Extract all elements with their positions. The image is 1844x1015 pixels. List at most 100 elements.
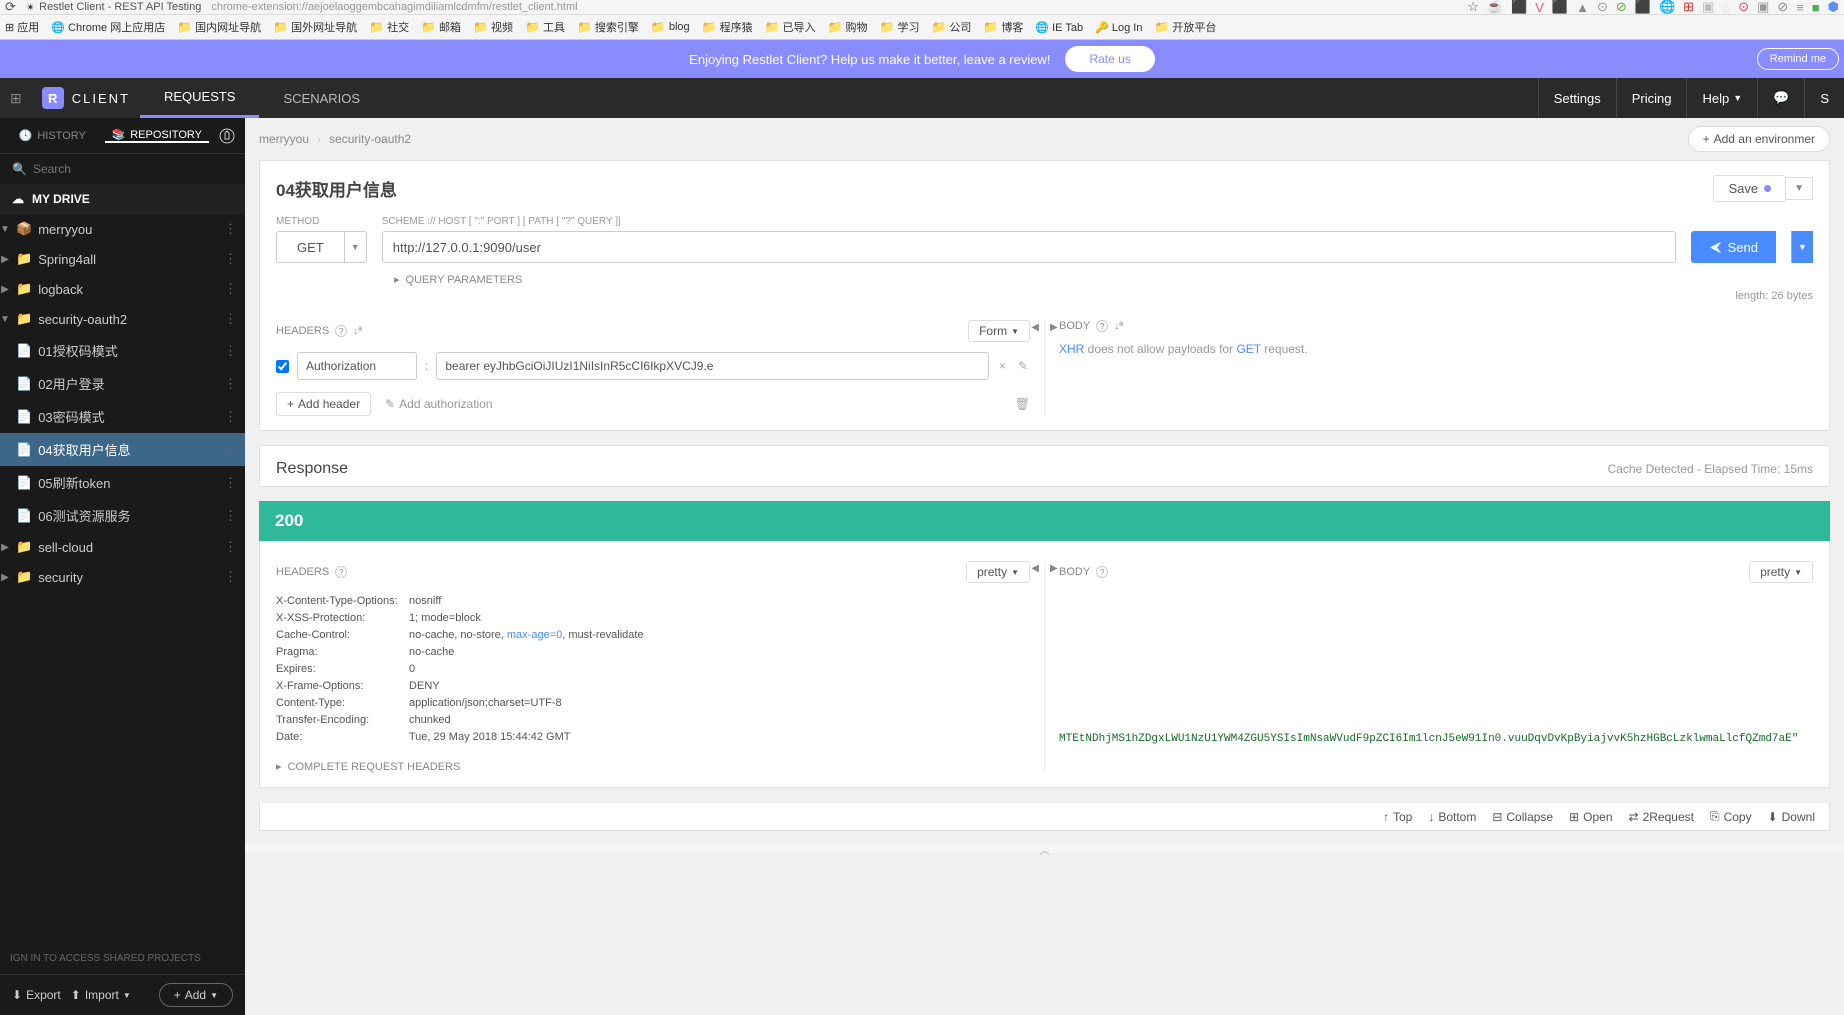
bookmark-item[interactable]: 📁 国内网址导航	[177, 19, 261, 35]
download-button[interactable]: ⬇Downl	[1768, 810, 1815, 824]
bookmark-item[interactable]: 📁 开放平台	[1154, 19, 1216, 35]
tree-node[interactable]: 📄02用户登录⋮	[0, 367, 245, 400]
bookmark-item[interactable]: 📁 程序猿	[702, 19, 753, 35]
repository-tab[interactable]: 📚 REPOSITORY	[105, 128, 210, 143]
method-dropdown-icon[interactable]: ▼	[344, 232, 366, 262]
bookmark-item[interactable]: 📁 blog	[651, 20, 690, 34]
search-box[interactable]: 🔍	[0, 154, 245, 184]
tree-node[interactable]: 📄03密码模式⋮	[0, 400, 245, 433]
settings-link[interactable]: Settings	[1538, 78, 1616, 118]
send-dropdown[interactable]: ▼	[1791, 231, 1813, 263]
help-icon[interactable]: ?	[335, 566, 347, 578]
method-select[interactable]: GET ▼	[276, 231, 367, 263]
rate-us-button[interactable]: Rate us	[1065, 46, 1154, 72]
add-environment-button[interactable]: + Add an environmer	[1688, 126, 1830, 152]
add-button[interactable]: + Add ▼	[159, 983, 233, 1007]
tree-node[interactable]: ▶📁Spring4all⋮	[0, 244, 245, 274]
resp-headers-mode-dropdown[interactable]: pretty ▼	[966, 561, 1030, 583]
url-input[interactable]	[382, 231, 1676, 263]
add-authorization-button[interactable]: ✎ Add authorization	[385, 397, 492, 411]
bookmark-item[interactable]: 📁 邮箱	[421, 19, 461, 35]
resize-handle[interactable]: ︿	[245, 845, 1844, 853]
tree-node[interactable]: ▶📁logback⋮	[0, 274, 245, 304]
help-icon[interactable]: ?	[1096, 566, 1108, 578]
copy-button[interactable]: ⎘Copy	[1710, 809, 1752, 824]
bookmark-item[interactable]: 📁 学习	[880, 19, 920, 35]
history-tab[interactable]: 🕓 HISTORY	[0, 129, 105, 142]
save-dropdown[interactable]: ▼	[1786, 177, 1813, 200]
apps-grid-icon[interactable]: ⊞	[0, 90, 32, 107]
header-enabled-checkbox[interactable]	[276, 360, 289, 373]
tree-node[interactable]: 📄05刷新token⋮	[0, 466, 245, 499]
pricing-link[interactable]: Pricing	[1616, 78, 1687, 118]
bookmark-item[interactable]: 🌐 IE Tab	[1035, 21, 1083, 34]
import-drive-icon[interactable]	[209, 128, 245, 144]
bookmark-item[interactable]: 📁 公司	[931, 19, 971, 35]
add-header-button[interactable]: + Add header	[276, 392, 371, 416]
collapse-right-icon[interactable]: ▶	[1046, 320, 1062, 335]
bookmark-item[interactable]: 📁 视频	[473, 19, 513, 35]
breadcrumb-project[interactable]: merryyou	[259, 132, 309, 146]
header-name-input[interactable]	[297, 352, 417, 380]
collapse-button[interactable]: ⊟Collapse	[1492, 810, 1553, 824]
bookmark-item[interactable]: ⊞ 应用	[5, 19, 39, 35]
bookmark-item[interactable]: 📁 工具	[525, 19, 565, 35]
bookmark-item[interactable]: 📁 购物	[828, 19, 868, 35]
reload-icon[interactable]: ⟳	[5, 0, 16, 15]
response-meta: Cache Detected - Elapsed Time: 15ms	[1608, 462, 1813, 476]
bookmark-item[interactable]: 🔑 Log In	[1095, 21, 1142, 34]
tree-node[interactable]: ▶📁security⋮	[0, 562, 245, 592]
open-button[interactable]: ⊞Open	[1569, 810, 1612, 824]
tree-node[interactable]: 📄01授权码模式⋮	[0, 334, 245, 367]
help-icon[interactable]: ?	[335, 325, 347, 337]
tab-scenarios[interactable]: SCENARIOS	[259, 78, 384, 118]
help-icon[interactable]: ?	[1096, 320, 1108, 332]
breadcrumb: merryyou › security-oauth2 + Add an envi…	[245, 118, 1844, 160]
send-icon	[1709, 241, 1722, 254]
trash-icon[interactable]: 🗑	[1015, 397, 1030, 411]
bookmark-item[interactable]: 📁 博客	[983, 19, 1023, 35]
tree-node[interactable]: ▶📁sell-cloud⋮	[0, 532, 245, 562]
tree-node[interactable]: 📄06测试资源服务⋮	[0, 499, 245, 532]
header-value-input[interactable]	[436, 352, 989, 380]
url-text: chrome-extension://aejoelaoggembcahagimd…	[211, 1, 577, 13]
breadcrumb-folder[interactable]: security-oauth2	[329, 132, 411, 146]
signin-icon[interactable]: S	[1804, 78, 1844, 118]
complete-headers-toggle[interactable]: ▸ COMPLETE REQUEST HEADERS	[276, 760, 1030, 773]
bookmark-item[interactable]: 📁 国外网址导航	[273, 19, 357, 35]
export-button[interactable]: ⬇ Export	[12, 988, 61, 1002]
collapse-left-icon[interactable]: ◀	[1027, 561, 1043, 576]
browser-address-bar: ⟳ ✴Restlet Client - REST API Testing chr…	[0, 0, 1844, 15]
2request-button[interactable]: ⇄2Request	[1629, 810, 1694, 824]
collapse-right-icon[interactable]: ▶	[1046, 561, 1062, 576]
import-button[interactable]: ⬆ Import ▼	[71, 988, 131, 1002]
bottom-button[interactable]: ↓Bottom	[1428, 810, 1476, 824]
tree-node[interactable]: ▼📁security-oauth2⋮	[0, 304, 245, 334]
tree-node[interactable]: 📄04获取用户信息⋮	[0, 433, 245, 466]
help-link[interactable]: Help ▼	[1686, 78, 1757, 118]
magic-icon[interactable]: ✎	[1016, 359, 1030, 373]
query-params-toggle[interactable]: ▸ QUERY PARAMETERS	[394, 273, 1813, 286]
sort-icon[interactable]: ↓ª	[353, 326, 362, 337]
chat-icon[interactable]: 💬	[1757, 78, 1804, 118]
bookmark-star-icon[interactable]: ☆	[1467, 0, 1479, 15]
bookmark-item[interactable]: 📁 社交	[369, 19, 409, 35]
send-button[interactable]: Send	[1691, 231, 1776, 263]
method-label: METHOD	[276, 216, 367, 227]
collapse-left-icon[interactable]: ◀	[1027, 320, 1043, 335]
save-button[interactable]: Save	[1713, 175, 1786, 202]
remind-me-button[interactable]: Remind me	[1757, 48, 1839, 70]
sort-icon[interactable]: ↓ª	[1114, 321, 1123, 332]
bookmark-item[interactable]: 🌐 Chrome 网上应用店	[51, 19, 165, 35]
response-body-card: HEADERS ? pretty ▼ X-Content-Type-Option…	[259, 541, 1830, 788]
tab-requests[interactable]: REQUESTS	[140, 78, 260, 118]
search-input[interactable]	[33, 162, 233, 176]
headers-mode-dropdown[interactable]: Form ▼	[968, 320, 1030, 342]
my-drive-header[interactable]: ☁ MY DRIVE	[0, 184, 245, 214]
top-button[interactable]: ↑Top	[1383, 810, 1412, 824]
resp-body-mode-dropdown[interactable]: pretty ▼	[1749, 561, 1813, 583]
bookmark-item[interactable]: 📁 已导入	[765, 19, 816, 35]
bookmark-item[interactable]: 📁 搜索引擎	[577, 19, 639, 35]
tree-node[interactable]: ▼📦merryyou⋮	[0, 214, 245, 244]
delete-header-icon[interactable]: ×	[997, 359, 1008, 373]
